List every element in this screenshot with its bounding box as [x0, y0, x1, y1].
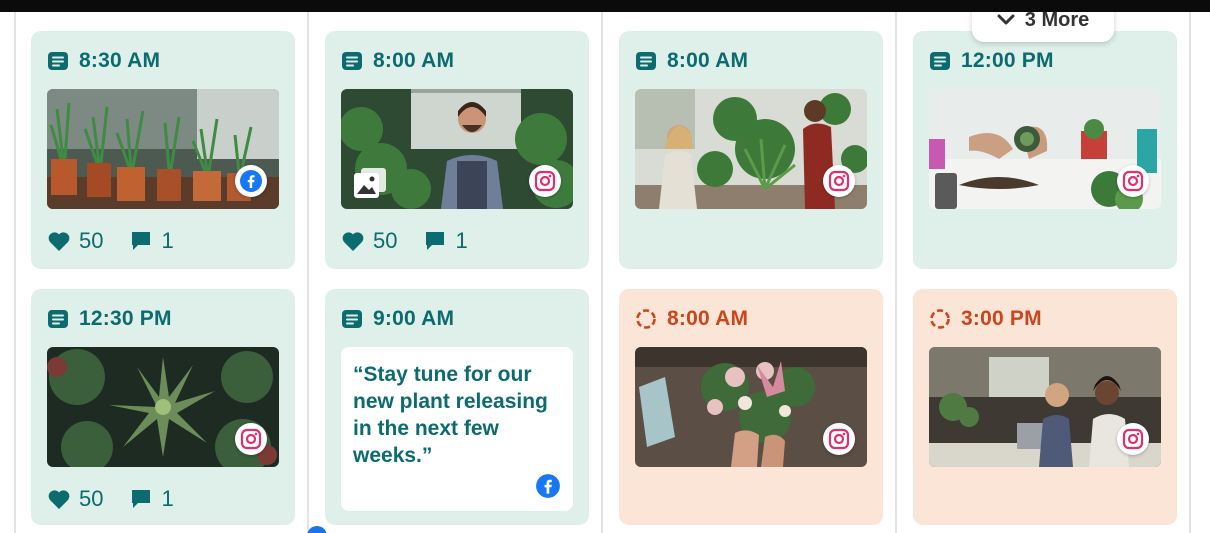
- post-image[interactable]: [635, 89, 867, 209]
- comment-icon: [132, 232, 151, 250]
- post-image[interactable]: [635, 347, 867, 467]
- engagement-stats: 50 1: [47, 228, 174, 253]
- post-time: 8:00 AM: [373, 49, 455, 72]
- instagram-icon: [828, 428, 850, 450]
- post-header: 8:00 AM: [341, 49, 454, 73]
- gallery-icon: [354, 168, 386, 198]
- show-more-button[interactable]: 3 More: [972, 12, 1114, 42]
- post-time: 8:00 AM: [667, 307, 749, 330]
- post-header: 8:30 AM: [47, 49, 160, 73]
- pending-icon: [930, 309, 950, 329]
- post-card[interactable]: 8:00 AM: [619, 31, 883, 269]
- comments-count: 1: [161, 228, 174, 253]
- post-time: 3:00 PM: [961, 307, 1042, 330]
- instagram-badge: [529, 165, 561, 197]
- comments-count: 1: [455, 228, 468, 253]
- post-time: 8:00 AM: [667, 49, 749, 72]
- instagram-badge: [823, 423, 855, 455]
- heart-icon: [48, 490, 70, 509]
- column-divider: [307, 12, 309, 533]
- heart-icon: [48, 232, 70, 251]
- text-post-preview[interactable]: “Stay tune for our new plant releasing i…: [341, 347, 573, 511]
- post-image[interactable]: [47, 347, 279, 467]
- chevron-down-icon: [997, 14, 1015, 25]
- likes-count: 50: [79, 228, 104, 253]
- post-icon: [930, 52, 950, 70]
- show-more-label: 3 More: [1024, 12, 1090, 31]
- comment-icon: [132, 490, 151, 508]
- post-icon: [48, 310, 68, 328]
- instagram-badge: [823, 165, 855, 197]
- facebook-icon: [536, 474, 560, 498]
- calendar-week-grid: 8:30 AM 50 1 8:00 AM 50 1 8:00 AM 12:00 …: [0, 12, 1210, 533]
- post-header: 12:30 PM: [47, 307, 172, 331]
- post-image[interactable]: [341, 89, 573, 209]
- post-time: 9:00 AM: [373, 307, 455, 330]
- post-text: “Stay tune for our new plant releasing i…: [353, 363, 548, 467]
- post-card[interactable]: 3:00 PM: [913, 289, 1177, 525]
- post-image[interactable]: [929, 347, 1161, 467]
- likes-count: 50: [373, 228, 398, 253]
- instagram-icon: [1122, 170, 1144, 192]
- instagram-badge: [1117, 165, 1149, 197]
- post-image[interactable]: [929, 89, 1161, 209]
- column-divider: [895, 12, 897, 533]
- post-icon: [342, 52, 362, 70]
- instagram-icon: [828, 170, 850, 192]
- comments-count: 1: [161, 486, 174, 511]
- post-time: 8:30 AM: [79, 49, 161, 72]
- post-card[interactable]: 8:00 AM: [619, 289, 883, 525]
- instagram-icon: [534, 170, 556, 192]
- facebook-badge: [235, 165, 267, 197]
- post-image[interactable]: [47, 89, 279, 209]
- post-card[interactable]: 8:00 AM 50 1: [325, 31, 589, 269]
- post-card[interactable]: 9:00 AM “Stay tune for our new plant rel…: [325, 289, 589, 525]
- post-header: 8:00 AM: [635, 49, 748, 73]
- post-header: 9:00 AM: [341, 307, 454, 331]
- instagram-badge: [235, 423, 267, 455]
- engagement-stats: 50 1: [47, 486, 174, 511]
- engagement-stats: 50 1: [341, 228, 468, 253]
- post-icon: [636, 52, 656, 70]
- pending-icon: [636, 309, 656, 329]
- instagram-badge: [1117, 423, 1149, 455]
- column-divider: [601, 12, 603, 533]
- post-icon: [48, 52, 68, 70]
- column-divider: [1189, 12, 1191, 533]
- likes-count: 50: [79, 486, 104, 511]
- comment-icon: [426, 232, 445, 250]
- instagram-icon: [1122, 428, 1144, 450]
- post-time: 12:00 PM: [961, 49, 1054, 72]
- post-header: 12:00 PM: [929, 49, 1054, 73]
- post-icon: [342, 310, 362, 328]
- post-header: 3:00 PM: [929, 307, 1042, 331]
- post-card[interactable]: 8:30 AM 50 1: [31, 31, 295, 269]
- post-header: 8:00 AM: [635, 307, 748, 331]
- heart-icon: [342, 232, 364, 251]
- post-card[interactable]: 12:00 PM: [913, 31, 1177, 269]
- column-divider: [14, 12, 16, 533]
- resize-handle[interactable]: [307, 526, 327, 533]
- facebook-icon: [240, 170, 262, 192]
- post-card[interactable]: 12:30 PM 50 1: [31, 289, 295, 525]
- post-time: 12:30 PM: [79, 307, 172, 330]
- instagram-icon: [240, 428, 262, 450]
